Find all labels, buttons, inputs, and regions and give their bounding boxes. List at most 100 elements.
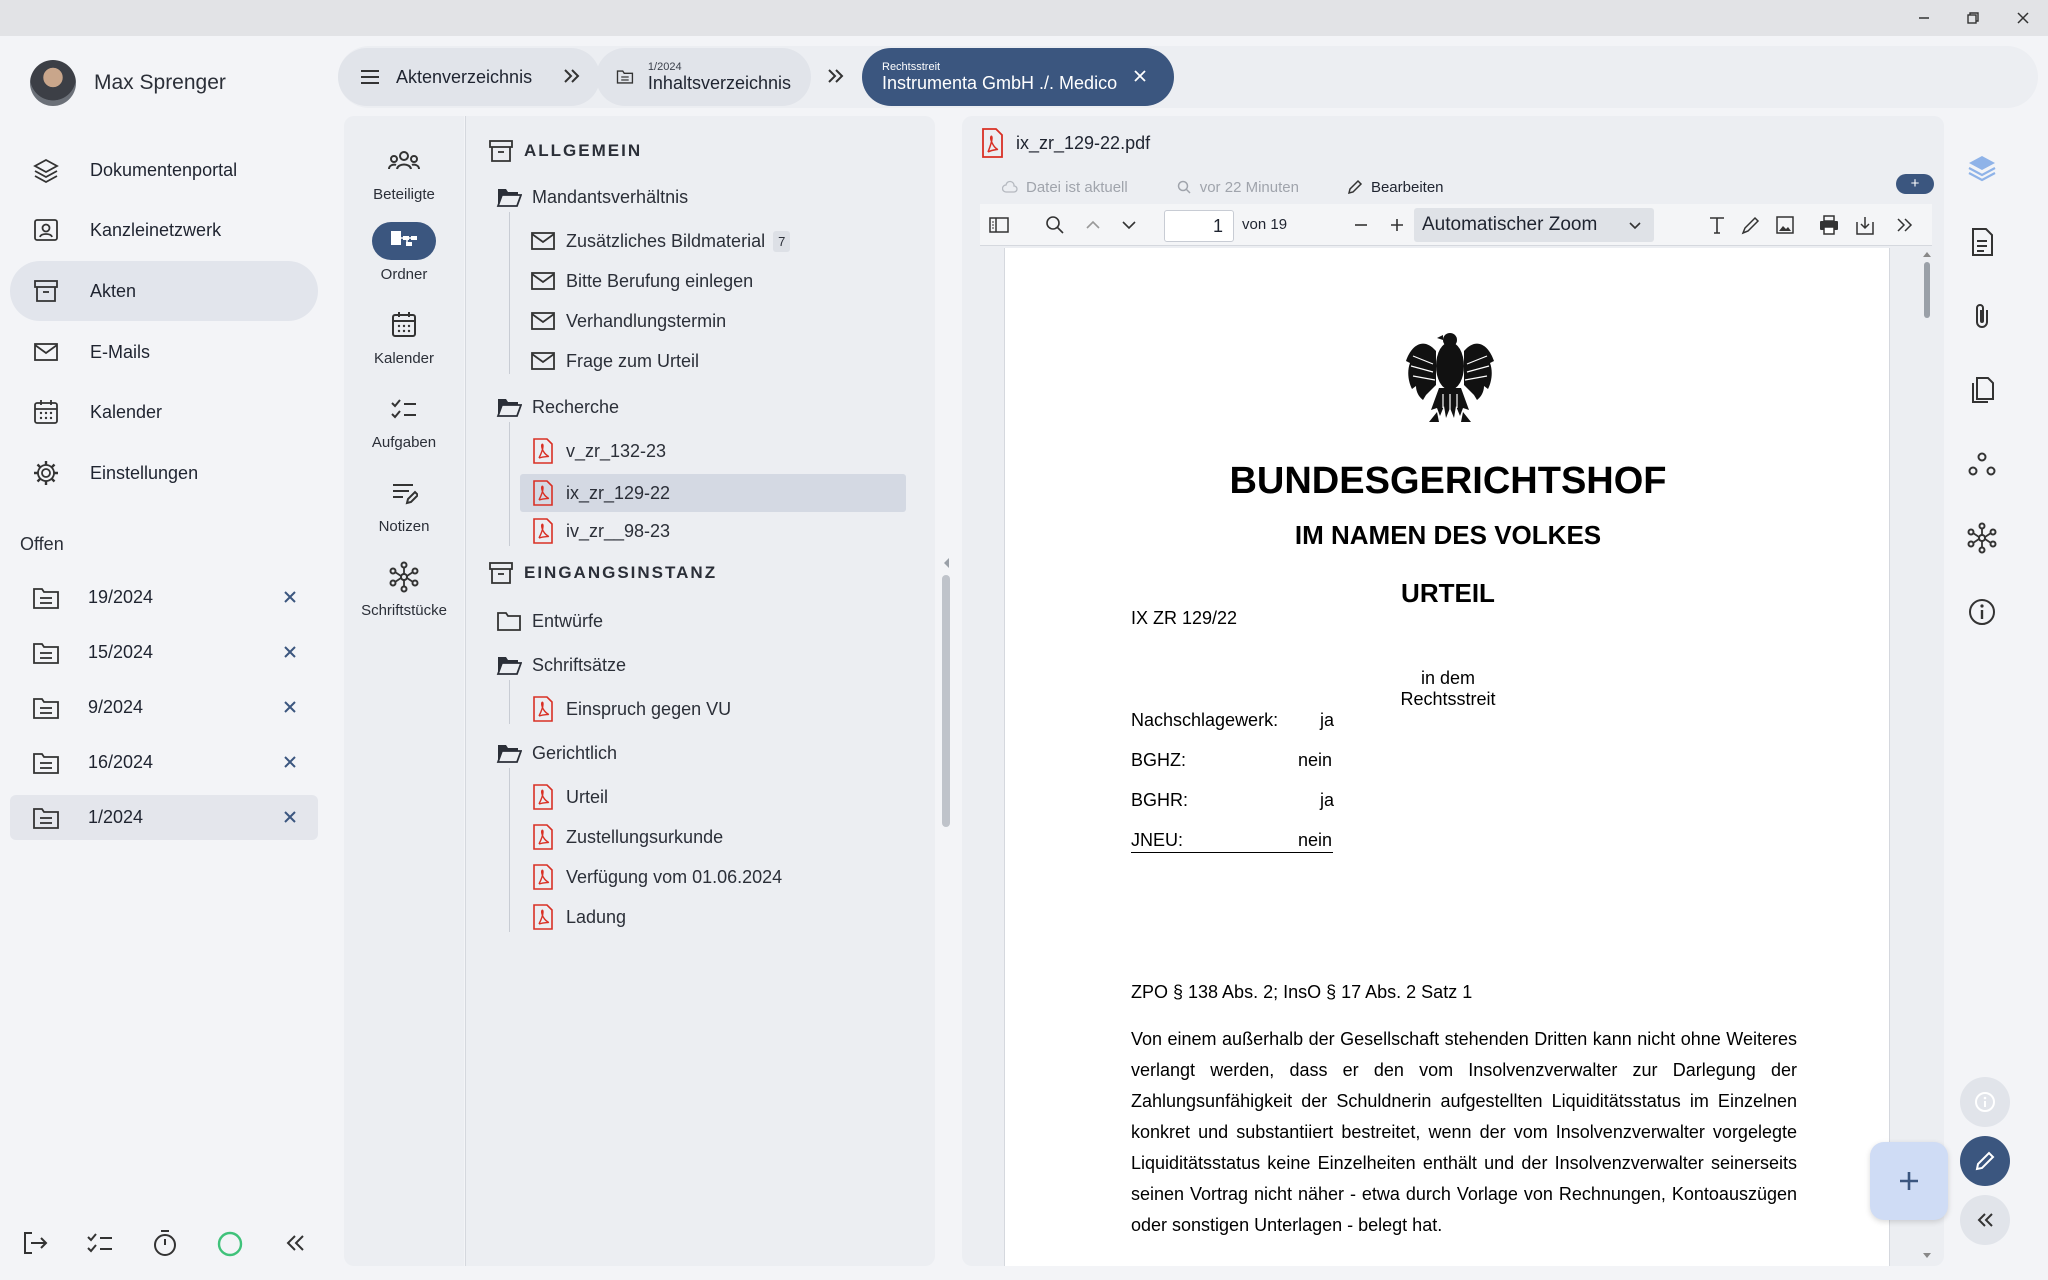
federal-eagle-emblem bbox=[1406, 333, 1494, 422]
nav-item-akten[interactable]: Akten bbox=[10, 261, 318, 321]
pdf-file-item[interactable]: iv_zr__98-23 bbox=[530, 512, 670, 550]
folder-gerichtlich[interactable]: Gerichtlich bbox=[496, 734, 617, 772]
open-file-item[interactable]: 9/2024 bbox=[10, 685, 318, 730]
underline bbox=[1131, 852, 1333, 853]
tool-aufgaben[interactable]: Aufgaben bbox=[344, 390, 464, 451]
logout-icon[interactable] bbox=[20, 1228, 50, 1258]
mail-item[interactable]: Verhandlungstermin bbox=[530, 302, 726, 340]
folder-mandantsverhaeltnis[interactable]: Mandantsverhältnis bbox=[496, 178, 688, 216]
close-icon[interactable] bbox=[280, 752, 300, 772]
caret-left-icon[interactable] bbox=[942, 557, 952, 569]
folder-open-icon bbox=[496, 745, 522, 763]
tool-schriftstuecke[interactable]: Schriftstücke bbox=[344, 558, 464, 619]
calendar-icon bbox=[34, 400, 58, 424]
section-eingangsinstanz[interactable]: EINGANGSINSTANZ bbox=[488, 554, 717, 592]
tree-scrollbar[interactable] bbox=[942, 575, 950, 827]
pdf-scrollbar[interactable] bbox=[1920, 246, 1934, 1266]
close-icon[interactable] bbox=[280, 697, 300, 717]
folder-file-icon bbox=[33, 697, 59, 719]
page-number-input[interactable]: 1 bbox=[1164, 210, 1234, 242]
mail-item[interactable]: Zusätzliches Bildmaterial 7 bbox=[530, 222, 791, 260]
open-file-item[interactable]: 16/2024 bbox=[10, 740, 318, 785]
pdf-file-item[interactable]: Einspruch gegen VU bbox=[530, 690, 731, 728]
timer-icon[interactable] bbox=[150, 1228, 180, 1258]
mail-icon bbox=[531, 312, 555, 330]
tool-kalender[interactable]: Kalender bbox=[344, 306, 464, 367]
network-icon[interactable] bbox=[1966, 522, 1998, 554]
close-icon[interactable] bbox=[280, 587, 300, 607]
participants-icon[interactable] bbox=[1966, 448, 1998, 480]
close-icon[interactable] bbox=[280, 807, 300, 827]
pdf-file-item[interactable]: Zustellungsurkunde bbox=[530, 818, 723, 856]
collapse-panel-button[interactable] bbox=[1960, 1195, 2010, 1245]
mail-item[interactable]: Bitte Berufung einlegen bbox=[530, 262, 753, 300]
chevron-down-icon[interactable] bbox=[1118, 214, 1140, 236]
paperclip-icon[interactable] bbox=[1966, 300, 1998, 332]
pdf-file-item[interactable]: v_zr_132-23 bbox=[530, 432, 666, 470]
nav-item-einstellungen[interactable]: Einstellungen bbox=[10, 443, 318, 503]
breadcrumb-inhaltsverzeichnis[interactable]: 1/2024 Inhaltsverzeichnis bbox=[596, 48, 811, 106]
folder-entwuerfe[interactable]: Entwürfe bbox=[496, 602, 603, 640]
close-icon[interactable] bbox=[280, 642, 300, 662]
folder-file-icon bbox=[33, 587, 59, 609]
copy-documents-icon[interactable] bbox=[1966, 374, 1998, 406]
image-icon[interactable] bbox=[1774, 214, 1796, 236]
zoom-in-icon[interactable] bbox=[1386, 214, 1408, 236]
status-circle-icon[interactable] bbox=[215, 1228, 245, 1258]
pdf-file-item[interactable]: Urteil bbox=[530, 778, 608, 816]
zoom-out-icon[interactable] bbox=[1350, 214, 1372, 236]
add-button[interactable]: + bbox=[1896, 174, 1934, 194]
minimize-icon[interactable] bbox=[1914, 8, 1934, 28]
pdf-file-item[interactable]: Verfügung vom 01.06.2024 bbox=[530, 858, 782, 896]
info-button[interactable] bbox=[1960, 1077, 2010, 1127]
restore-icon[interactable] bbox=[1963, 8, 1983, 28]
layers-icon[interactable] bbox=[1966, 152, 1998, 184]
nav-item-dokumentenportal[interactable]: Dokumentenportal bbox=[10, 140, 318, 200]
download-icon[interactable] bbox=[1854, 214, 1876, 236]
add-fab[interactable] bbox=[1870, 1142, 1948, 1220]
tasks-icon[interactable] bbox=[85, 1228, 115, 1258]
archive-icon bbox=[489, 140, 513, 162]
folder-file-icon bbox=[33, 807, 59, 829]
close-icon[interactable] bbox=[1132, 68, 1148, 84]
info-icon bbox=[1975, 1092, 1995, 1112]
pdf-title: ix_zr_129-22.pdf bbox=[980, 128, 1150, 158]
tool-notizen[interactable]: Notizen bbox=[344, 474, 464, 535]
open-file-item[interactable]: 19/2024 bbox=[10, 575, 318, 620]
folder-recherche[interactable]: Recherche bbox=[496, 388, 619, 426]
zoom-select[interactable]: Automatischer Zoom bbox=[1414, 208, 1654, 242]
network-icon bbox=[389, 561, 419, 593]
info-icon[interactable] bbox=[1966, 596, 1998, 628]
close-window-icon[interactable] bbox=[2013, 8, 2033, 28]
user-profile[interactable]: Max Sprenger bbox=[30, 60, 226, 106]
folder-schriftsaetze[interactable]: Schriftsätze bbox=[496, 646, 626, 684]
nav-item-kanzleinetzwerk[interactable]: Kanzleinetzwerk bbox=[10, 200, 318, 260]
draw-icon[interactable] bbox=[1740, 214, 1762, 236]
pdf-file-item[interactable]: Ladung bbox=[530, 898, 626, 936]
print-icon[interactable] bbox=[1818, 214, 1840, 236]
text-tool-icon[interactable] bbox=[1706, 214, 1728, 236]
nav-item-kalender[interactable]: Kalender bbox=[10, 382, 318, 442]
edit-fab[interactable] bbox=[1960, 1136, 2010, 1186]
pencil-icon[interactable] bbox=[1347, 179, 1363, 195]
mail-item[interactable]: Frage zum Urteil bbox=[530, 342, 699, 380]
open-file-label: 1/2024 bbox=[88, 807, 144, 827]
layers-icon bbox=[33, 158, 59, 184]
pdf-file-item-selected[interactable]: ix_zr_129-22 bbox=[530, 474, 670, 512]
open-file-item[interactable]: 15/2024 bbox=[10, 630, 318, 675]
open-file-item[interactable]: 1/2024 bbox=[10, 795, 318, 840]
tool-ordner[interactable]: Ordner bbox=[344, 222, 464, 283]
double-chevron-right-icon[interactable] bbox=[1894, 214, 1916, 236]
document-icon[interactable] bbox=[1966, 226, 1998, 258]
breadcrumb-rechtsstreit[interactable]: Rechtsstreit Instrumenta GmbH ./. Medico bbox=[862, 48, 1174, 106]
collapse-sidebar-icon[interactable] bbox=[280, 1228, 310, 1258]
mail-label: Zusätzliches Bildmaterial bbox=[566, 230, 766, 251]
edit-button[interactable]: Bearbeiten bbox=[1371, 179, 1444, 196]
nav-item-emails[interactable]: E-Mails bbox=[10, 322, 318, 382]
pdf-file-icon bbox=[533, 480, 553, 506]
section-allgemein[interactable]: ALLGEMEIN bbox=[488, 132, 642, 170]
sidebar-toggle-icon[interactable] bbox=[988, 214, 1010, 236]
tool-beteiligte[interactable]: Beteiligte bbox=[344, 142, 464, 203]
search-icon[interactable] bbox=[1044, 214, 1066, 236]
chevron-up-icon[interactable] bbox=[1082, 214, 1104, 236]
